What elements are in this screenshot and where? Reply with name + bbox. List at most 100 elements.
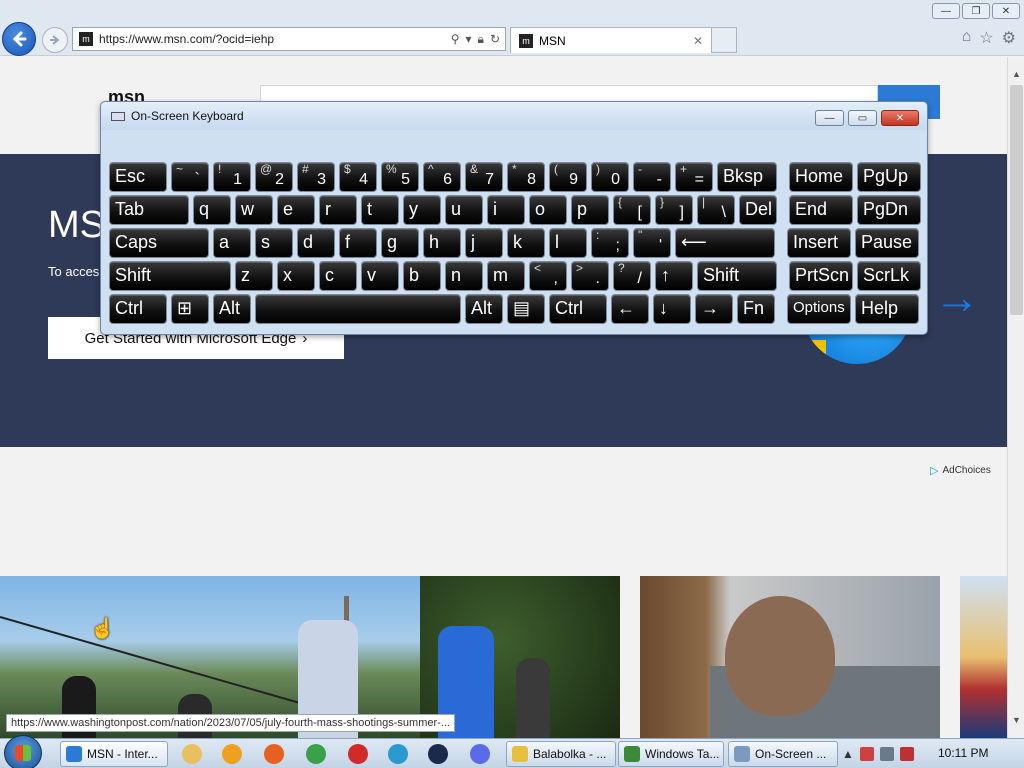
url-text[interactable]: https://www.msn.com/?ocid=iehp [99, 32, 451, 46]
key-→[interactable]: → [695, 294, 733, 324]
key--[interactable]: -- [633, 162, 671, 192]
key-alt[interactable]: Alt [213, 294, 251, 324]
key-del[interactable]: Del [739, 195, 777, 225]
key-help[interactable]: Help [855, 294, 919, 324]
home-icon[interactable]: ⌂ [962, 28, 972, 48]
key-9[interactable]: (9 [549, 162, 587, 192]
key-u[interactable]: u [445, 195, 483, 225]
key-'[interactable]: " ' [633, 228, 671, 258]
key-z[interactable]: z [235, 261, 273, 291]
key-][interactable]: }] [655, 195, 693, 225]
key-w[interactable]: w [235, 195, 273, 225]
clock[interactable]: 10:11 PM [938, 746, 988, 760]
key-options[interactable]: Options [787, 294, 851, 324]
key-\[interactable]: | \ [697, 195, 735, 225]
back-button[interactable] [2, 22, 36, 56]
vertical-scrollbar[interactable]: ▲ ▼ [1007, 57, 1024, 738]
key-scrlk[interactable]: ScrLk [857, 261, 921, 291]
key-l[interactable]: l [549, 228, 587, 258]
forward-button[interactable] [42, 27, 68, 53]
lock-icon[interactable]: 🔒︎ [478, 32, 484, 47]
key-;[interactable]: :; [591, 228, 629, 258]
key-o[interactable]: o [529, 195, 567, 225]
key-q[interactable]: q [193, 195, 231, 225]
key-`[interactable]: ~ ` [171, 162, 209, 192]
key-=[interactable]: + = [675, 162, 713, 192]
news-photo-2[interactable] [640, 576, 940, 738]
key-end[interactable]: End [789, 195, 853, 225]
key-↑[interactable]: ↑ [655, 261, 693, 291]
folder-icon[interactable] [182, 744, 202, 764]
tab-close-icon[interactable]: ✕ [693, 34, 703, 48]
key-k[interactable]: k [507, 228, 545, 258]
key-i[interactable]: i [487, 195, 525, 225]
refresh-icon[interactable]: ↻ [490, 32, 500, 47]
osk-titlebar[interactable]: On-Screen Keyboard [101, 102, 927, 130]
chrome-icon[interactable] [306, 744, 326, 764]
key-insert[interactable]: Insert [787, 228, 851, 258]
address-bar[interactable]: m https://www.msn.com/?ocid=iehp ⚲ ▾ 🔒︎ … [72, 27, 506, 51]
key-,[interactable]: <, [529, 261, 567, 291]
key-home[interactable]: Home [789, 162, 853, 192]
taskbar-item-0[interactable]: MSN - Inter... [60, 741, 168, 767]
restore-button[interactable]: ❐ [962, 3, 990, 19]
search-icon[interactable]: ⚲ [451, 32, 460, 47]
key-tab[interactable]: Tab [109, 195, 189, 225]
firefox-icon[interactable] [264, 744, 284, 764]
osk-maximize-button[interactable]: ▭ [848, 110, 877, 126]
key-h[interactable]: h [423, 228, 461, 258]
key-ctrl[interactable]: Ctrl [109, 294, 167, 324]
key-d[interactable]: d [297, 228, 335, 258]
key-0[interactable]: ) 0 [591, 162, 629, 192]
discord-icon[interactable] [470, 744, 490, 764]
key-e[interactable]: e [277, 195, 315, 225]
key-prtscn[interactable]: PrtScn [789, 261, 853, 291]
key-ctrl[interactable]: Ctrl [549, 294, 607, 324]
key-↓[interactable]: ↓ [653, 294, 691, 324]
flag-icon[interactable] [859, 747, 874, 761]
key-2[interactable]: @2 [255, 162, 293, 192]
news-photo-3[interactable] [960, 576, 1007, 738]
taskbar-item-3[interactable]: On-Screen ... [728, 741, 838, 767]
taskbar-item-1[interactable]: Balabolka - ... [506, 741, 616, 767]
key-5[interactable]: % 5 [381, 162, 419, 192]
key-c[interactable]: c [319, 261, 357, 291]
start-button[interactable] [4, 735, 42, 768]
key-1[interactable]: ! 1 [213, 162, 251, 192]
osk-minimize-button[interactable]: — [815, 110, 844, 126]
key-/[interactable]: ? / [613, 261, 651, 291]
key-p[interactable]: p [571, 195, 609, 225]
media-player-icon[interactable] [222, 744, 242, 764]
close-window-button[interactable]: ✕ [992, 3, 1020, 19]
network-icon[interactable] [879, 747, 894, 761]
steam-icon[interactable] [428, 744, 448, 764]
key-g[interactable]: g [381, 228, 419, 258]
key-f[interactable]: f [339, 228, 377, 258]
tab-msn[interactable]: m MSN ✕ [510, 27, 712, 53]
key-esc[interactable]: Esc [109, 162, 167, 192]
key-y[interactable]: y [403, 195, 441, 225]
key-t[interactable]: t [361, 195, 399, 225]
key-pgup[interactable]: PgUp [857, 162, 921, 192]
scroll-up-icon[interactable]: ▲ [1008, 65, 1024, 82]
key-pgdn[interactable]: PgDn [857, 195, 921, 225]
key-bksp[interactable]: Bksp [717, 162, 777, 192]
key-r[interactable]: r [319, 195, 357, 225]
key-j[interactable]: j [465, 228, 503, 258]
key-⟵[interactable]: ⟵ [675, 228, 775, 258]
key-n[interactable]: n [445, 261, 483, 291]
minimize-button[interactable]: — [932, 3, 960, 19]
favorites-star-icon[interactable]: ☆ [979, 28, 993, 48]
key-v[interactable]: v [361, 261, 399, 291]
key-a[interactable]: a [213, 228, 251, 258]
key-8[interactable]: * 8 [507, 162, 545, 192]
settings-gear-icon[interactable]: ⚙ [1002, 28, 1016, 48]
app-red-icon[interactable] [348, 744, 368, 764]
scroll-down-icon[interactable]: ▼ [1008, 711, 1024, 728]
key-7[interactable]: & 7 [465, 162, 503, 192]
app-blue-icon[interactable] [388, 744, 408, 764]
osk-close-button[interactable]: ✕ [881, 110, 919, 126]
key-←[interactable]: ← [611, 294, 649, 324]
key-[[interactable]: {[ [613, 195, 651, 225]
tray-expand-icon[interactable]: ▲ [842, 747, 854, 761]
